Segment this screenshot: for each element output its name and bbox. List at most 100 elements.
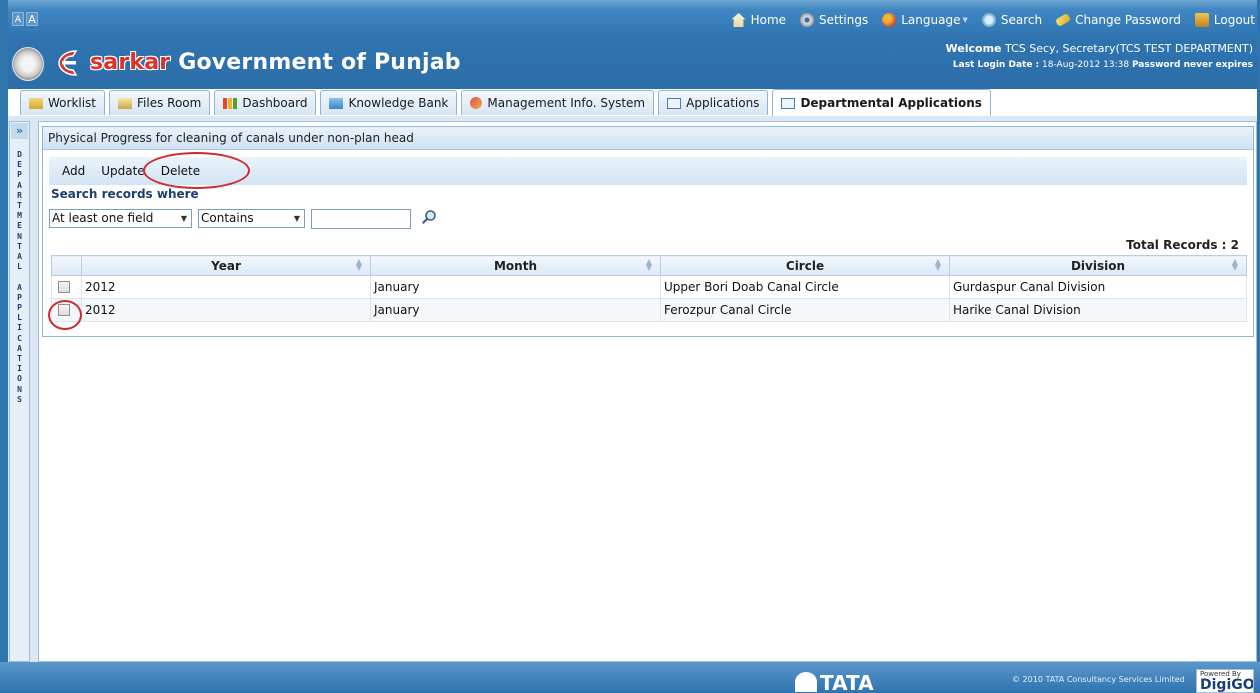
tab-files-room[interactable]: Files Room — [109, 90, 211, 115]
chevron-down-icon: ▼ — [293, 214, 300, 223]
brand-title: sarkar Government of Punjab — [90, 50, 461, 75]
tab-label: Knowledge Bank — [348, 96, 449, 110]
tab-management-info-system[interactable]: Management Info. System — [461, 90, 655, 115]
sort-icon: ▲ ▼ — [1231, 257, 1238, 272]
panel-title: Physical Progress for cleaning of canals… — [43, 127, 1253, 150]
tab-label: Departmental Applications — [800, 96, 982, 110]
tab-label: Files Room — [137, 96, 202, 110]
nav-change-password-label: Change Password — [1075, 13, 1181, 27]
table-header-row: Year ▲ ▼ Month ▲ ▼ Circle ▲ ▼ Division ▲ ▼ — [51, 255, 1247, 276]
row-checkbox[interactable] — [58, 281, 70, 293]
gear-icon — [800, 13, 815, 27]
row-select-cell — [51, 275, 82, 299]
header: A A Home Settings Language ▼ Search Chan… — [8, 0, 1257, 89]
government-emblem-logo — [12, 47, 44, 81]
column-header-month[interactable]: Month ▲ ▼ — [370, 255, 661, 276]
cell-circle: Upper Bori Doab Canal Circle — [660, 275, 950, 299]
records-table: Year ▲ ▼ Month ▲ ▼ Circle ▲ ▼ Division ▲ ▼ — [51, 255, 1247, 322]
esarkar-logo-icon — [58, 50, 78, 76]
sort-icon: ▲ ▼ — [645, 257, 652, 272]
left-frame — [0, 0, 8, 693]
nav-home-label: Home — [750, 13, 787, 27]
nav-settings[interactable]: Settings — [800, 13, 868, 27]
tab-departmental-applications[interactable]: Departmental Applications — [772, 89, 991, 116]
font-large-button[interactable]: A — [26, 12, 38, 26]
chevron-down-icon: ▼ — [180, 214, 187, 223]
table-row[interactable]: 2012 January Ferozpur Canal Circle Harik… — [51, 298, 1247, 322]
chevron-down-icon: ▼ — [962, 16, 968, 24]
tata-wordmark: TATA — [820, 671, 874, 693]
select-column-header — [51, 255, 82, 276]
bar-chart-icon — [223, 97, 238, 109]
nav-language-label: Language — [901, 13, 961, 27]
folder-icon — [29, 97, 43, 109]
top-nav: Home Settings Language ▼ Search Change P… — [718, 13, 1257, 27]
sidebar-vertical-label: DEPARTMENTAL APPLICATIONS — [10, 150, 29, 405]
nav-search[interactable]: Search — [981, 13, 1042, 27]
total-records: Total Records : 2 — [1126, 238, 1239, 252]
copyright-text: © 2010 TATA Consultancy Services Limited — [1012, 672, 1185, 688]
column-header-circle[interactable]: Circle ▲ ▼ — [660, 255, 950, 276]
password-status: Password never expires — [1131, 60, 1253, 70]
field-select-value: At least one field — [52, 211, 154, 225]
app-icon — [667, 97, 682, 109]
search-records-label: Search records where — [51, 187, 199, 201]
operator-select-value: Contains — [201, 211, 254, 225]
table-row[interactable]: 2012 January Upper Bori Doab Canal Circl… — [51, 275, 1247, 299]
search-icon — [981, 13, 996, 27]
tab-label: Worklist — [48, 96, 97, 110]
home-icon — [731, 13, 746, 27]
tab-label: Dashboard — [242, 96, 308, 110]
font-small-button[interactable]: A — [12, 12, 24, 26]
add-button[interactable]: Add — [62, 164, 85, 178]
column-header-label: Circle — [785, 258, 825, 273]
book-icon — [329, 97, 344, 109]
welcome-label: Welcome — [945, 42, 1002, 55]
nav-logout[interactable]: Logout — [1194, 13, 1255, 27]
welcome-block: Welcome TCS Secy, Secretary(TCS TEST DEP… — [946, 42, 1253, 70]
expand-sidebar-icon[interactable]: » — [11, 123, 28, 139]
mis-icon — [470, 97, 483, 109]
search-input[interactable] — [311, 209, 411, 229]
tab-applications[interactable]: Applications — [658, 90, 769, 115]
search-icon[interactable] — [421, 209, 437, 225]
welcome-user: TCS Secy, Secretary(TCS TEST DEPARTMENT) — [1005, 42, 1253, 55]
tab-knowledge-bank[interactable]: Knowledge Bank — [320, 90, 458, 115]
column-header-year[interactable]: Year ▲ ▼ — [81, 255, 371, 276]
files-icon — [118, 97, 133, 109]
last-login-value: 18-Aug-2012 13:38 — [1042, 60, 1130, 70]
column-header-label: Division — [1070, 258, 1126, 273]
field-select[interactable]: At least one field ▼ — [49, 209, 192, 228]
cell-month: January — [370, 298, 661, 322]
column-header-division[interactable]: Division ▲ ▼ — [949, 255, 1247, 276]
app-icon — [781, 97, 796, 109]
tab-dashboard[interactable]: Dashboard — [214, 90, 317, 115]
nav-logout-label: Logout — [1213, 13, 1255, 27]
copyright-line-1: © 2010 TATA Consultancy Services Limited — [1012, 675, 1185, 684]
sidebar-vertical-text: DEPARTMENTAL APPLICATIONS — [17, 150, 22, 404]
update-button[interactable]: Update — [101, 164, 144, 178]
font-size-controls: A A — [12, 12, 38, 26]
nav-change-password[interactable]: Change Password — [1055, 13, 1181, 27]
side-rail[interactable]: » DEPARTMENTAL APPLICATIONS — [9, 121, 30, 662]
cell-circle: Ferozpur Canal Circle — [660, 298, 950, 322]
language-icon — [882, 13, 897, 27]
operator-select[interactable]: Contains ▼ — [198, 209, 305, 228]
digigov-logo-text: DigiGOV™ — [1200, 677, 1254, 693]
last-login-label: Last Login Date : — [952, 60, 1040, 70]
sort-icon: ▲ ▼ — [355, 257, 362, 272]
cell-year: 2012 — [81, 298, 371, 322]
column-header-label: Month — [493, 258, 537, 273]
logout-icon — [1194, 13, 1209, 27]
tab-label: Management Info. System — [487, 96, 646, 110]
sort-icon: ▲ ▼ — [934, 257, 941, 272]
cell-division: Gurdaspur Canal Division — [949, 275, 1247, 299]
tab-worklist[interactable]: Worklist — [20, 90, 106, 115]
cell-division: Harike Canal Division — [949, 298, 1247, 322]
nav-language[interactable]: Language ▼ — [882, 13, 968, 27]
tata-logo-icon — [795, 672, 817, 692]
column-header-label: Year — [211, 258, 241, 273]
brand-sarkar: sarkar — [90, 50, 171, 75]
nav-home[interactable]: Home — [731, 13, 787, 27]
cell-year: 2012 — [81, 275, 371, 299]
